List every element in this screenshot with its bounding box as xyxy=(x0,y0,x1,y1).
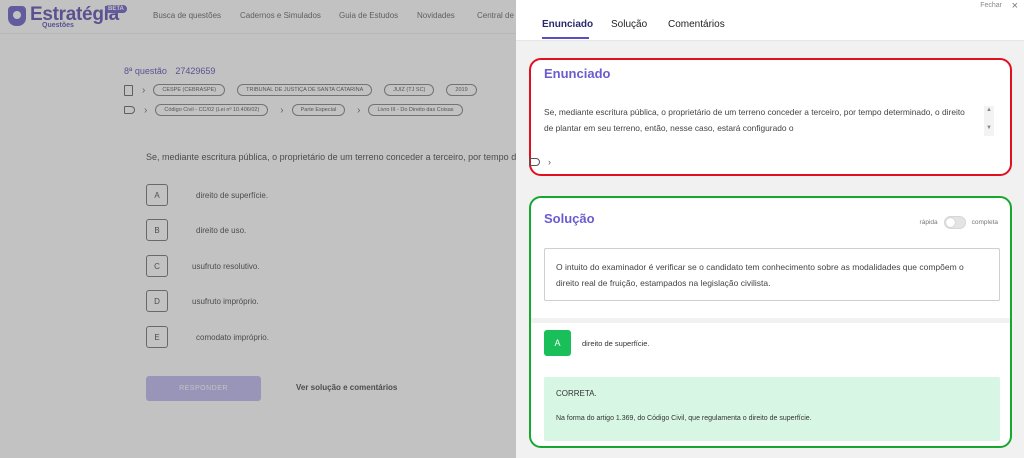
scroll-down-icon[interactable]: ▼ xyxy=(986,125,992,131)
toggle-label-completa: completa xyxy=(971,219,998,226)
solution-mode-toggle[interactable]: rápida completa xyxy=(920,216,998,229)
solucao-section: Solução rápida completa O intuito do exa… xyxy=(529,196,1012,448)
solution-text: O intuito do examinador é verificar se o… xyxy=(544,248,1000,301)
mode-switch[interactable] xyxy=(943,216,966,229)
enunciado-tags[interactable]: › xyxy=(529,157,551,167)
correct-label: CORRETA. xyxy=(556,389,597,398)
solution-drawer: Enunciado Solução Comentários Fechar × E… xyxy=(516,0,1024,458)
tab-solucao[interactable]: Solução xyxy=(611,19,647,30)
tab-enunciado[interactable]: Enunciado xyxy=(542,19,593,30)
modal-backdrop[interactable] xyxy=(0,0,516,458)
toggle-label-rapida: rápida xyxy=(919,219,938,226)
solucao-title: Solução xyxy=(544,211,595,226)
scroll-up-icon[interactable]: ▲ xyxy=(986,107,992,113)
close-label[interactable]: Fechar xyxy=(980,2,1002,9)
divider xyxy=(531,318,1010,323)
correct-answer-text: direito de superfície. xyxy=(582,339,650,348)
enunciado-text: Se, mediante escritura pública, o propri… xyxy=(544,107,965,133)
correct-explanation-text: Na forma do artigo 1.369, do Código Civi… xyxy=(556,415,812,422)
active-tab-indicator xyxy=(542,37,589,39)
enunciado-scrollbar[interactable]: ▲ ▼ xyxy=(984,106,994,136)
enunciado-title: Enunciado xyxy=(544,66,611,81)
enunciado-section: Enunciado Se, mediante escritura pública… xyxy=(529,58,1012,176)
tag-icon xyxy=(529,158,540,166)
correct-explanation: CORRETA. Na forma do artigo 1.369, do Có… xyxy=(544,377,1000,441)
tab-comentarios[interactable]: Comentários xyxy=(668,19,725,30)
drawer-tabs: Enunciado Solução Comentários Fechar × xyxy=(516,0,1024,41)
close-icon[interactable]: × xyxy=(1012,0,1018,12)
correct-answer-letter: A xyxy=(544,330,571,356)
chevron-right-icon[interactable]: › xyxy=(548,157,551,167)
